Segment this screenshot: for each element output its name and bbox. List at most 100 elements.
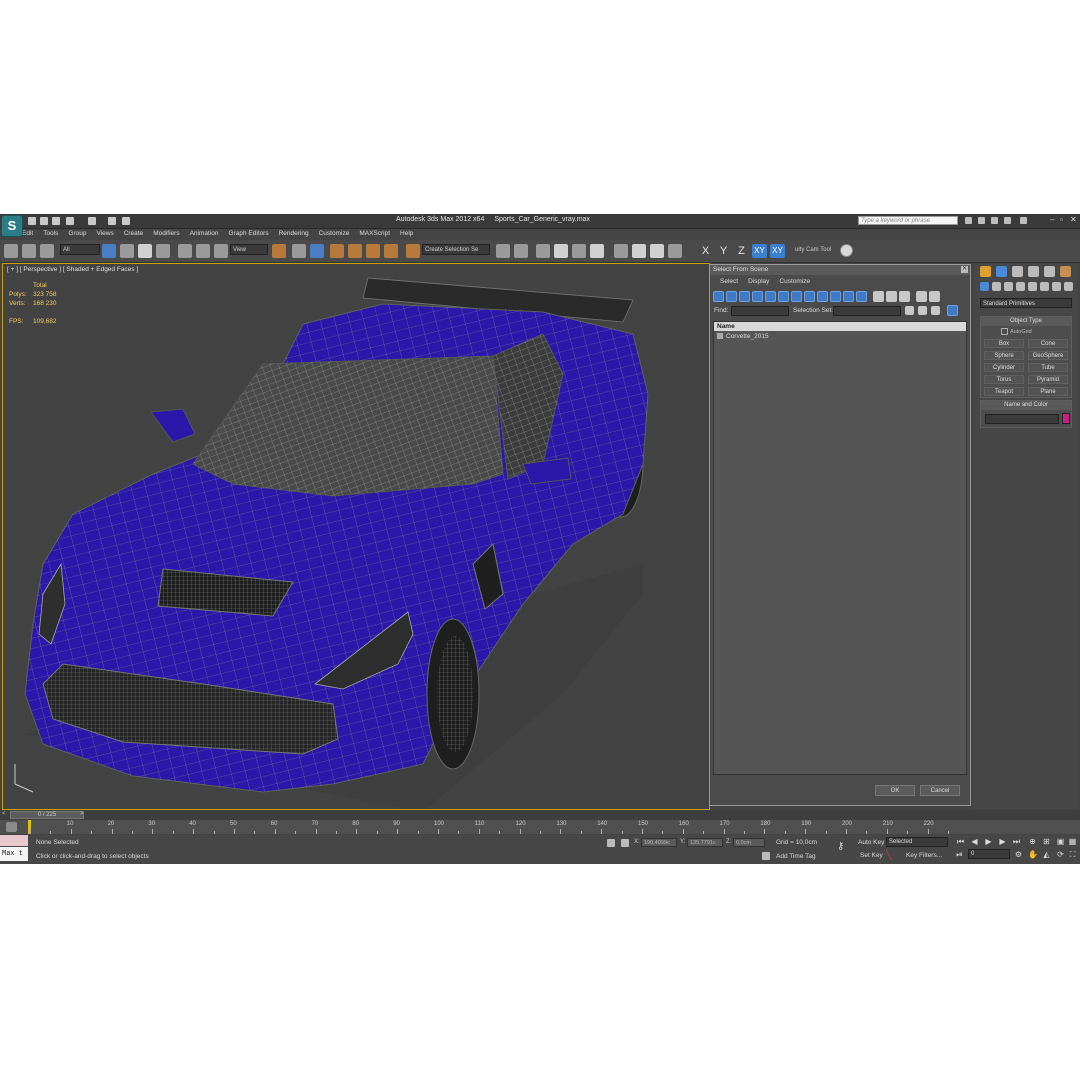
angle-snap-icon[interactable]	[348, 244, 362, 258]
torus-button[interactable]: Torus	[984, 375, 1024, 384]
zoom-extents-all-icon[interactable]: ▦	[1068, 837, 1077, 846]
geometry-category-icon[interactable]	[980, 282, 989, 291]
menu-item-tools[interactable]: Tools	[43, 229, 58, 239]
axis-z-button[interactable]: Z	[734, 244, 749, 258]
binoculars-icon[interactable]	[965, 217, 972, 224]
pyramid-button[interactable]: Pyramid	[1028, 375, 1068, 384]
create-tab-icon[interactable]	[980, 266, 991, 277]
application-button[interactable]: S	[1, 215, 23, 237]
select-object-icon[interactable]	[102, 244, 116, 258]
axis-xy-cycle-button[interactable]: XY	[770, 244, 785, 258]
name-color-title[interactable]: Name and Color	[981, 401, 1071, 410]
restore-icon[interactable]: ▫	[1060, 216, 1068, 224]
dialog-menu-customize[interactable]: Customize	[779, 278, 810, 285]
selection-set-dropdown[interactable]	[833, 306, 901, 316]
subscription-icon[interactable]	[978, 217, 985, 224]
menu-item-modifiers[interactable]: Modifiers	[153, 229, 179, 239]
selection-lock-icon[interactable]	[607, 839, 615, 847]
menu-item-group[interactable]: Group	[68, 229, 86, 239]
cone-button[interactable]: Cone	[1028, 339, 1068, 348]
menu-item-maxscript[interactable]: MAXScript	[359, 229, 390, 239]
time-configuration-icon[interactable]: ⚙	[1014, 850, 1023, 859]
time-slider-next-icon[interactable]: >	[80, 811, 84, 817]
curve-editor-icon[interactable]	[572, 244, 586, 258]
window-crossing-icon[interactable]	[156, 244, 170, 258]
hierarchy-tab-icon[interactable]	[1012, 266, 1023, 277]
close-window-icon[interactable]: ✕	[1070, 216, 1078, 224]
cameras-category-icon[interactable]	[1016, 282, 1025, 291]
orbit-icon[interactable]: ⟳	[1056, 850, 1065, 859]
filter-spacewarps-icon[interactable]	[778, 291, 789, 302]
maximize-viewport-icon[interactable]: ⛶	[1068, 850, 1077, 859]
set-key-button[interactable]: Set Key	[860, 852, 883, 859]
motion-tab-icon[interactable]	[1028, 266, 1039, 277]
cam-tool-label[interactable]: uity Cam Tool	[795, 247, 831, 253]
shapes-category-icon[interactable]	[992, 282, 1001, 291]
dialog-menu-select[interactable]: Select	[720, 278, 738, 285]
zoom-extents-icon[interactable]: ▣	[1056, 837, 1065, 846]
menu-item-help[interactable]: Help	[400, 229, 413, 239]
favorites-star-icon[interactable]	[1004, 217, 1011, 224]
snaps-toggle-icon[interactable]	[330, 244, 344, 258]
save-file-icon[interactable]	[52, 217, 60, 225]
list-item[interactable]: Corvette_2015	[717, 333, 769, 340]
y-coordinate-field[interactable]: 135,7791c	[687, 838, 723, 847]
named-selection-dropdown[interactable]: Create Selection Se	[422, 244, 490, 255]
bind-space-warp-icon[interactable]	[40, 244, 54, 258]
render-setup-icon[interactable]	[632, 244, 646, 258]
select-by-name-icon[interactable]	[120, 244, 134, 258]
select-all-icon[interactable]	[873, 291, 884, 302]
cancel-button[interactable]: Cancel	[920, 785, 960, 796]
menu-item-graph-editors[interactable]: Graph Editors	[229, 229, 269, 239]
cylinder-button[interactable]: Cylinder	[984, 363, 1024, 372]
reference-coordinate-dropdown[interactable]: View	[230, 244, 268, 255]
filter-options-icon[interactable]	[929, 291, 940, 302]
menu-item-views[interactable]: Views	[96, 229, 113, 239]
key-mode-dropdown[interactable]: Selected	[886, 837, 948, 847]
go-to-start-icon[interactable]: ⏮	[956, 837, 965, 846]
material-editor-icon[interactable]	[614, 244, 628, 258]
systems-category-icon[interactable]	[1052, 282, 1061, 291]
maxscript-listener-result[interactable]	[0, 835, 28, 846]
filter-frozen-icon[interactable]	[843, 291, 854, 302]
previous-frame-icon[interactable]: ◀	[970, 837, 979, 846]
percent-snap-icon[interactable]	[366, 244, 380, 258]
maxscript-mini-listener[interactable]: Max t	[0, 847, 28, 861]
lights-category-icon[interactable]	[1004, 282, 1013, 291]
filter-hidden-icon[interactable]	[856, 291, 867, 302]
geosphere-button[interactable]: GeoSphere	[1028, 351, 1068, 360]
axis-xy-button[interactable]: XY	[752, 244, 767, 258]
modify-tab-icon[interactable]	[996, 266, 1007, 277]
x-coordinate-field[interactable]: 190,4099c	[641, 838, 677, 847]
graphite-ribbon-icon[interactable]	[554, 244, 568, 258]
menu-item-customize[interactable]: Customize	[319, 229, 350, 239]
name-column-header[interactable]: Name	[714, 322, 966, 331]
object-name-input[interactable]	[985, 414, 1059, 424]
mirror-icon[interactable]	[496, 244, 510, 258]
key-mode-toggle-icon[interactable]: ⏯	[955, 850, 964, 859]
align-icon[interactable]	[514, 244, 528, 258]
menu-item-animation[interactable]: Animation	[190, 229, 219, 239]
helpers-category-icon[interactable]	[1028, 282, 1037, 291]
zoom-all-icon[interactable]: ⊞	[1042, 837, 1051, 846]
redo-icon[interactable]	[88, 217, 96, 225]
layer-manager-icon[interactable]	[536, 244, 550, 258]
manipulate-icon[interactable]	[292, 244, 306, 258]
sphere-button[interactable]: Sphere	[984, 351, 1024, 360]
keyboard-shortcut-override-icon[interactable]	[310, 244, 324, 258]
search-input[interactable]: Type a keyword or phrase	[858, 216, 958, 225]
next-frame-icon[interactable]: ▶	[998, 837, 1007, 846]
utilities-tab-icon[interactable]	[1060, 266, 1071, 277]
skull-script-icon[interactable]	[840, 244, 853, 257]
rendered-frame-window-icon[interactable]	[650, 244, 664, 258]
play-icon[interactable]: ▶	[984, 837, 993, 846]
filter-containers-icon[interactable]	[830, 291, 841, 302]
go-to-end-icon[interactable]: ⏭	[1012, 837, 1021, 846]
spinner-snap-icon[interactable]	[384, 244, 398, 258]
filter-shapes-icon[interactable]	[726, 291, 737, 302]
render-production-icon[interactable]	[668, 244, 682, 258]
unlink-icon[interactable]	[22, 244, 36, 258]
spacewarps-category-icon[interactable]	[1040, 282, 1049, 291]
filter-geometry-icon[interactable]	[713, 291, 724, 302]
object-color-swatch[interactable]	[1062, 413, 1070, 424]
